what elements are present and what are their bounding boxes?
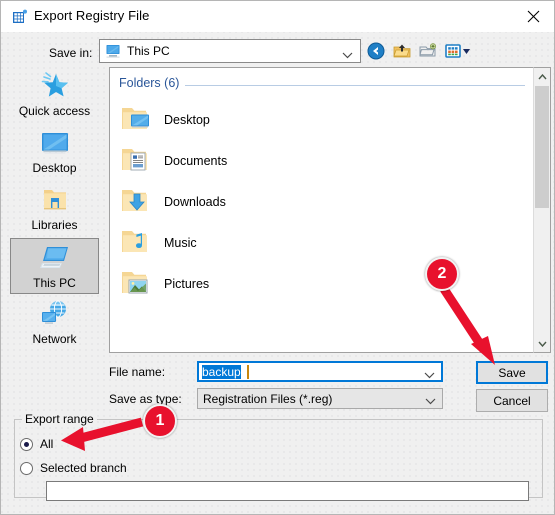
export-range-label: Export range xyxy=(22,412,97,426)
this-pc-icon xyxy=(105,43,121,59)
list-item[interactable]: Pictures xyxy=(120,264,320,304)
sidebar-item-label: Libraries xyxy=(31,218,78,232)
list-item-label: Pictures xyxy=(164,277,210,291)
this-pc-icon xyxy=(39,242,71,274)
cancel-button[interactable]: Cancel xyxy=(476,389,548,412)
sidebar-item-label: This PC xyxy=(33,276,76,290)
selected-branch-input[interactable] xyxy=(46,481,529,501)
save-in-label: Save in: xyxy=(49,46,93,60)
file-name-input[interactable]: backup xyxy=(197,361,443,382)
folder-music-icon xyxy=(120,228,154,258)
new-folder-button[interactable] xyxy=(418,41,440,62)
chevron-down-icon[interactable] xyxy=(424,368,435,382)
save-as-type-value: Registration Files (*.reg) xyxy=(203,392,333,406)
folder-documents-icon xyxy=(120,146,154,176)
folder-pictures-icon xyxy=(120,269,154,299)
all-radio-label: All xyxy=(40,437,54,451)
save-button[interactable]: Save xyxy=(476,361,548,384)
selected-branch-radio-label: Selected branch xyxy=(40,461,127,475)
save-in-dropdown[interactable]: This PC xyxy=(99,39,361,63)
all-radio[interactable]: All xyxy=(20,437,53,451)
annotation-badge-1: 1 xyxy=(143,404,177,438)
scrollbar-thumb[interactable] xyxy=(535,86,549,208)
up-one-level-button[interactable] xyxy=(392,41,414,62)
desktop-monitor-icon xyxy=(39,127,71,159)
sidebar-item-quick-access[interactable]: Quick access xyxy=(10,67,99,123)
sidebar-item-desktop[interactable]: Desktop xyxy=(10,124,99,180)
scroll-down-icon[interactable] xyxy=(534,335,550,352)
list-item-label: Documents xyxy=(164,154,228,168)
selected-branch-radio[interactable]: Selected branch xyxy=(20,461,127,475)
sidebar-item-libraries[interactable]: Libraries xyxy=(10,181,99,237)
save-in-value: This PC xyxy=(127,44,170,58)
star-icon xyxy=(39,70,71,102)
navigation-toolbar xyxy=(366,41,486,63)
save-as-type-dropdown[interactable]: Registration Files (*.reg) xyxy=(197,388,443,409)
registry-editor-icon xyxy=(12,9,28,25)
radio-indicator-icon xyxy=(20,437,33,451)
list-item[interactable]: Documents xyxy=(120,141,320,181)
libraries-folder-icon xyxy=(39,184,71,216)
export-registry-file-dialog: Export Registry File Save in: This PC Qu… xyxy=(0,0,555,515)
save-as-type-label: Save as type: xyxy=(109,392,182,406)
places-bar: Quick access Desktop Libraries This PC N… xyxy=(5,67,104,353)
annotation-badge-2: 2 xyxy=(425,257,459,291)
sidebar-item-label: Quick access xyxy=(18,104,91,118)
views-button[interactable] xyxy=(444,41,476,62)
close-button[interactable] xyxy=(511,1,554,31)
file-name-label: File name: xyxy=(109,365,166,379)
text-caret xyxy=(247,365,249,379)
folder-desktop-icon xyxy=(120,105,154,135)
window-title: Export Registry File xyxy=(34,8,150,23)
title-bar: Export Registry File xyxy=(1,1,554,32)
file-list-panel[interactable]: Folders (6) Desktop Documents Downloads … xyxy=(109,67,533,353)
list-item[interactable]: Downloads xyxy=(120,182,320,222)
file-name-value: backup xyxy=(202,365,241,379)
sidebar-item-network[interactable]: Network xyxy=(10,295,99,351)
folders-group-label: Folders (6) xyxy=(119,76,186,90)
network-globe-icon xyxy=(39,298,71,330)
list-item[interactable]: Desktop xyxy=(120,100,320,140)
chevron-down-icon[interactable] xyxy=(425,394,436,408)
list-item-label: Desktop xyxy=(164,113,210,127)
chevron-down-icon xyxy=(342,48,353,62)
list-item-label: Music xyxy=(164,236,197,250)
folders-group-header: Folders (6) xyxy=(119,76,525,94)
list-item-label: Downloads xyxy=(164,195,226,209)
sidebar-item-this-pc[interactable]: This PC xyxy=(10,238,99,294)
sidebar-item-label: Desktop xyxy=(32,161,77,175)
folder-downloads-icon xyxy=(120,187,154,217)
radio-indicator-icon xyxy=(20,461,33,475)
back-button[interactable] xyxy=(366,41,388,62)
scroll-up-icon[interactable] xyxy=(534,68,550,85)
list-item[interactable]: Music xyxy=(120,223,320,263)
file-list-scrollbar[interactable] xyxy=(533,67,551,353)
sidebar-item-label: Network xyxy=(32,332,77,346)
